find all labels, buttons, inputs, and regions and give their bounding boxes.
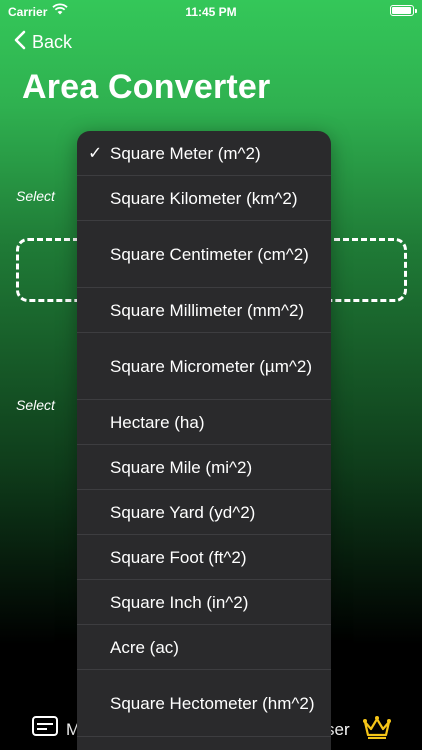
menu-item-square-meter[interactable]: ✓ Square Meter (m^2): [77, 131, 331, 176]
menu-item-square-millimeter[interactable]: Square Millimeter (mm^2): [77, 288, 331, 333]
menu-item-label: Square Yard (yd^2): [110, 502, 256, 522]
battery-icon: [390, 5, 417, 16]
menu-item-hectare[interactable]: Hectare (ha): [77, 400, 331, 445]
menu-item-label: Square Kilometer (km^2): [110, 188, 298, 208]
crown-icon[interactable]: [362, 714, 392, 745]
chevron-left-icon: [14, 30, 26, 55]
menu-item-label: Square Foot (ft^2): [110, 547, 247, 567]
checkmark-icon: ✓: [88, 143, 103, 163]
card-icon[interactable]: [32, 716, 58, 741]
menu-item-label: Square Micrometer (µm^2): [110, 356, 312, 376]
page-title: Area Converter: [22, 68, 271, 106]
menu-item-square-hectometer[interactable]: Square Hectometer (hm^2): [77, 670, 331, 737]
battery-fill: [392, 7, 411, 14]
select-label-to[interactable]: Select: [16, 397, 55, 413]
menu-item-square-yard[interactable]: Square Yard (yd^2): [77, 490, 331, 535]
menu-item-square-kilometer[interactable]: Square Kilometer (km^2): [77, 176, 331, 221]
back-label: Back: [32, 32, 73, 52]
menu-item-label: Acre (ac): [110, 637, 179, 657]
menu-item-square-micrometer[interactable]: Square Micrometer (µm^2): [77, 333, 331, 400]
menu-item-label: Hectare (ha): [110, 412, 205, 432]
menu-item-square-centimeter[interactable]: Square Centimeter (cm^2): [77, 221, 331, 288]
menu-item-label: Square Meter (m^2): [110, 143, 261, 163]
menu-item-label: Square Inch (in^2): [110, 592, 249, 612]
select-label-from[interactable]: Select: [16, 188, 55, 204]
menu-item-label: Square Centimeter (cm^2): [110, 244, 309, 264]
back-button[interactable]: Back: [14, 30, 72, 55]
menu-item-acre[interactable]: Acre (ac): [77, 625, 331, 670]
menu-item-label: Square Mile (mi^2): [110, 457, 253, 477]
clock: 11:45 PM: [185, 5, 237, 19]
menu-item-square-mile[interactable]: Square Mile (mi^2): [77, 445, 331, 490]
menu-item-label: Square Hectometer (hm^2): [110, 693, 315, 713]
menu-item-square-inch[interactable]: Square Inch (in^2): [77, 580, 331, 625]
menu-item-label: Square Millimeter (mm^2): [110, 300, 305, 320]
status-bar: Carrier 11:45 PM: [0, 0, 422, 24]
unit-dropdown-menu: ✓ Square Meter (m^2) Square Kilometer (k…: [77, 131, 331, 750]
menu-item-square-foot[interactable]: Square Foot (ft^2): [77, 535, 331, 580]
